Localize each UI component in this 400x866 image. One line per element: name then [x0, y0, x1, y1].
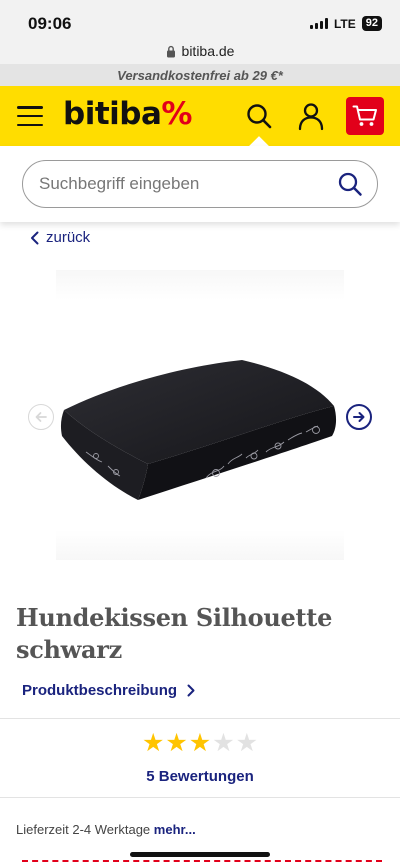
rating-stars: ★ ★ ★ ★ ★: [142, 730, 258, 756]
divider: [0, 718, 400, 719]
back-label: zurück: [46, 229, 91, 246]
search-input[interactable]: [39, 174, 329, 194]
description-label: Produktbeschreibung: [22, 682, 178, 699]
star-filled-icon: ★: [188, 729, 212, 757]
product-image[interactable]: [56, 352, 344, 512]
product-description-link[interactable]: Produktbeschreibung: [22, 682, 195, 699]
star-filled-icon: ★: [165, 729, 188, 757]
status-time: 09:06: [28, 14, 72, 33]
promo-banner: Versandkostenfrei ab 29 €*: [0, 64, 400, 86]
star-filled-icon: ★: [141, 729, 165, 757]
site-logo[interactable]: bitiba%: [63, 96, 192, 132]
menu-icon[interactable]: [17, 106, 43, 126]
gallery-thumbnail-shadow: [56, 530, 344, 560]
search-icon[interactable]: [243, 100, 275, 132]
gallery-prev-button[interactable]: [28, 404, 54, 430]
product-rating: ★ ★ ★ ★ ★ 5 Bewertungen: [0, 730, 400, 785]
back-link[interactable]: zurück: [30, 229, 90, 246]
star-empty-icon: ★: [235, 729, 259, 757]
chevron-left-icon: [31, 231, 39, 244]
promo-text: Versandkostenfrei ab 29 €*: [117, 67, 283, 83]
lock-icon: [166, 45, 175, 57]
divider: [0, 797, 400, 798]
star-empty-icon: ★: [212, 729, 235, 757]
delivery-more-link[interactable]: mehr...: [154, 822, 196, 837]
product-title: Hundekissen Silhouette schwarz: [16, 603, 333, 664]
gallery-next-button[interactable]: [346, 404, 372, 430]
url-text: bitiba.de: [181, 43, 235, 59]
gallery-thumbnail-shadow: [56, 270, 344, 300]
search-box: [22, 160, 378, 208]
cart-button[interactable]: [346, 97, 384, 135]
home-indicator: [130, 852, 270, 857]
status-indicators: LTE 92: [309, 16, 382, 31]
signal-icon: [309, 18, 328, 29]
battery-icon: 92: [361, 16, 382, 31]
cart-icon: [352, 105, 377, 126]
search-panel: [0, 146, 400, 222]
arrow-left-icon: [35, 412, 47, 422]
search-submit-icon[interactable]: [337, 171, 363, 197]
dashed-divider: [22, 860, 382, 862]
reviews-link[interactable]: 5 Bewertungen: [146, 768, 254, 785]
arrow-right-icon: [353, 412, 365, 422]
account-icon[interactable]: [295, 100, 327, 132]
delivery-text: Lieferzeit 2-4 Werktage: [16, 822, 151, 837]
delivery-info: Lieferzeit 2-4 Werktage mehr...: [16, 822, 196, 837]
browser-url-bar[interactable]: bitiba.de: [0, 38, 400, 64]
chevron-right-icon: [187, 684, 195, 697]
site-header: bitiba%: [0, 86, 400, 146]
network-type: LTE: [333, 16, 356, 31]
